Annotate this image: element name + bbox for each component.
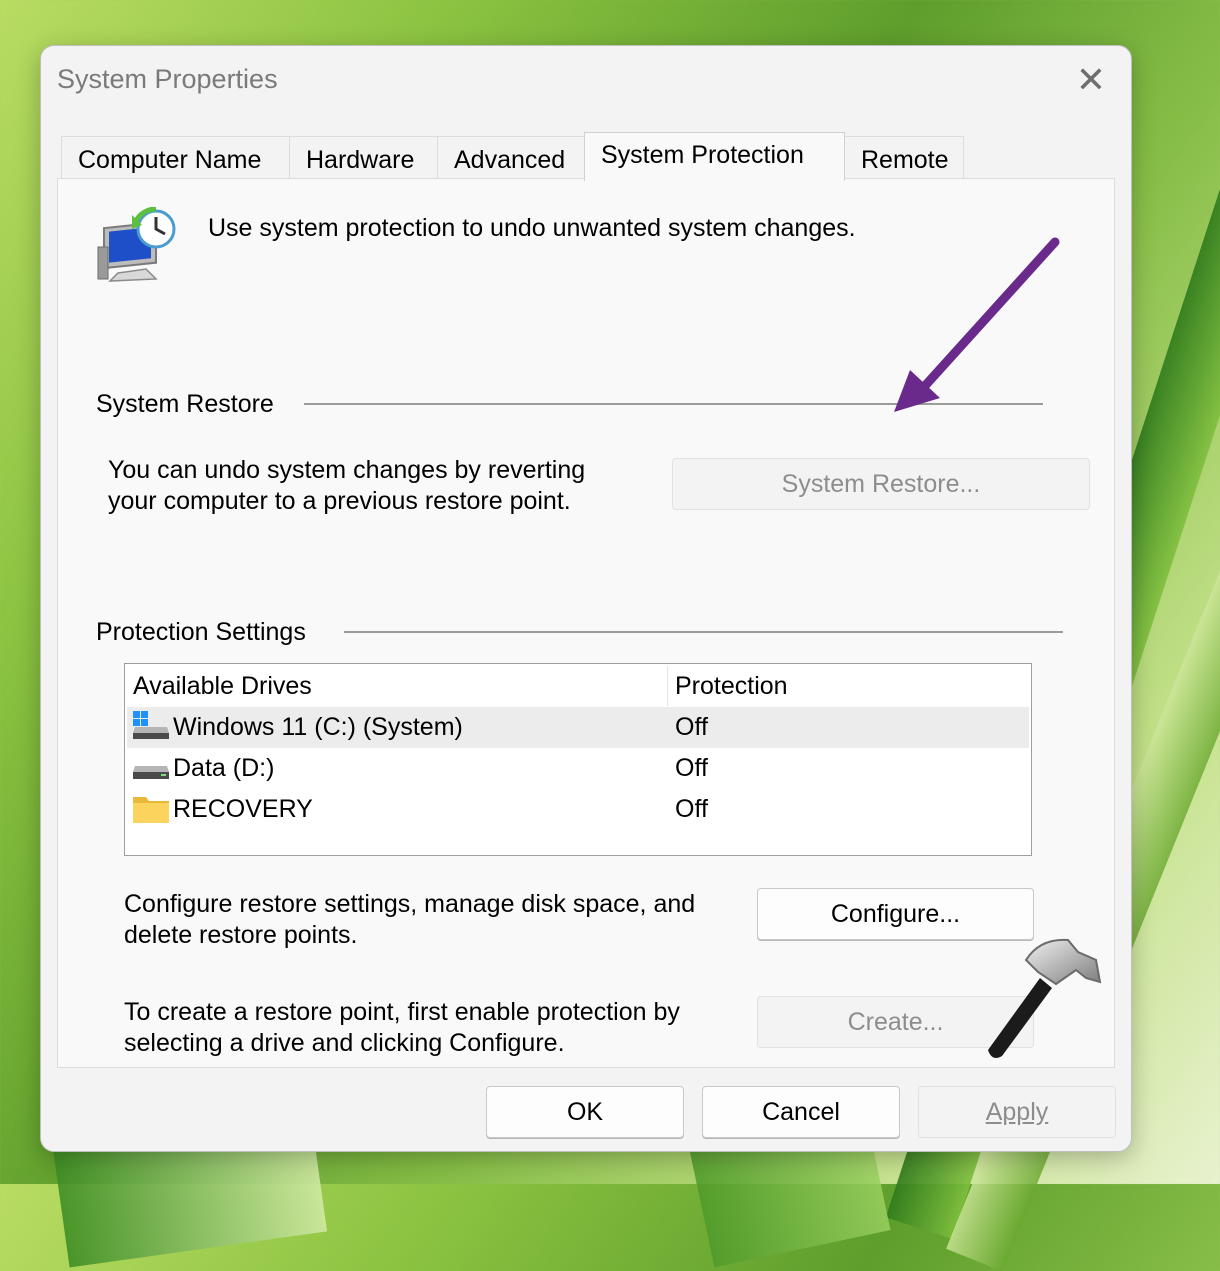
drive-name: RECOVERY [173, 795, 313, 823]
tab-computer-name[interactable]: Computer Name [61, 136, 290, 180]
column-header-protection[interactable]: Protection [667, 664, 796, 706]
ok-button[interactable]: OK [486, 1086, 684, 1138]
drive-name: Windows 11 (C:) (System) [173, 713, 463, 741]
description-line: delete restore points. [124, 921, 358, 949]
drive-protection-status: Off [675, 795, 708, 823]
protection-settings-group-label: Protection Settings [96, 618, 320, 647]
description-line: selecting a drive and clicking Configure… [124, 1029, 565, 1057]
drive-protection-status: Off [675, 713, 708, 741]
close-icon: ✕ [1075, 59, 1107, 100]
windows-drive-icon [133, 711, 169, 739]
table-row[interactable]: Windows 11 (C:) (System) Off [127, 707, 1029, 748]
description-line: To create a restore point, first enable … [124, 998, 680, 1026]
tab-system-protection[interactable]: System Protection [584, 132, 845, 181]
create-description: To create a restore point, first enable … [124, 997, 680, 1059]
group-separator [344, 631, 1063, 633]
annotation-arrow-icon [894, 237, 1060, 412]
drive-icon [133, 766, 169, 779]
description-line: your computer to a previous restore poin… [108, 487, 571, 515]
apply-button[interactable]: Apply [918, 1086, 1116, 1138]
description-line: You can undo system changes by reverting [108, 456, 586, 484]
folder-icon [133, 797, 169, 823]
system-restore-button[interactable]: System Restore... [672, 458, 1090, 510]
drive-protection-status: Off [675, 754, 708, 782]
drive-name: Data (D:) [173, 754, 275, 782]
hammer-logo-icon [988, 938, 1102, 1058]
tab-hardware[interactable]: Hardware [289, 136, 438, 180]
cancel-button[interactable]: Cancel [702, 1086, 900, 1138]
window-title: System Properties [57, 64, 278, 94]
system-restore-description: You can undo system changes by reverting… [108, 455, 585, 517]
close-button[interactable]: ✕ [1071, 60, 1111, 100]
column-header-drives[interactable]: Available Drives [125, 664, 320, 706]
tab-advanced[interactable]: Advanced [437, 136, 585, 180]
table-row[interactable]: RECOVERY Off [127, 789, 1029, 830]
configure-description: Configure restore settings, manage disk … [124, 889, 695, 951]
tab-remote[interactable]: Remote [844, 136, 964, 180]
intro-text: Use system protection to undo unwanted s… [208, 214, 856, 242]
drives-list[interactable]: Available Drives Protection Windows 11 (… [124, 663, 1032, 856]
system-restore-group-label: System Restore [96, 390, 288, 419]
table-row[interactable]: Data (D:) Off [127, 748, 1029, 789]
system-protection-icon [97, 207, 176, 282]
description-line: Configure restore settings, manage disk … [124, 890, 696, 918]
